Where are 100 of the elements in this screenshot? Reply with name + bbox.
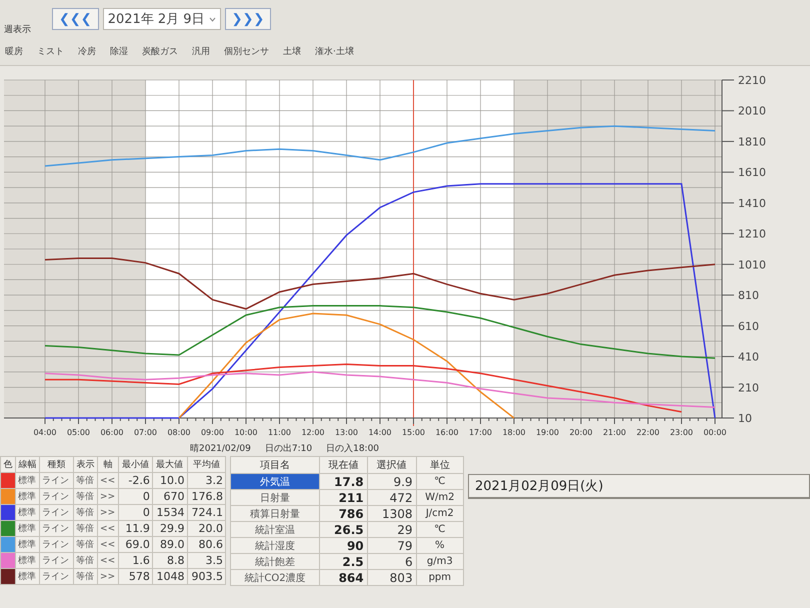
table-cell: 670 [152,488,188,504]
table-cell: 等倍 [73,504,98,520]
column-header: 種類 [40,456,74,472]
axis-tick-label: 2010 [738,104,766,118]
table-cell: 2.5 [319,554,368,570]
table-cell: 標準 [16,520,40,536]
category-tab[interactable]: ミスト [36,40,65,62]
table-cell: 標準 [16,472,40,488]
table-cell: 9.9 [367,474,416,490]
axis-tick-label: 1210 [738,228,766,241]
table-cell: 80.6 [187,536,226,552]
window-title: 週表示 [4,24,32,36]
item-name-cell[interactable]: 統計飽差 [230,554,320,570]
table-cell: 864 [319,570,368,586]
item-name-cell[interactable]: 統計湿度 [230,538,320,554]
table-cell: 標準 [16,504,40,520]
axis-tick-label: 10 [738,412,752,425]
item-name-cell[interactable]: 統計CO2濃度 [230,570,320,586]
chevron-down-icon [208,16,216,22]
category-tab[interactable]: 個別センサ [223,40,270,62]
table-cell: ライン [40,568,74,584]
table-cell: 1.6 [118,552,152,568]
axis-tick-label: 16:00 [435,428,459,437]
table-cell: ライン [40,520,74,536]
table-cell: << [98,552,119,568]
axis-tick-label: 06:00 [100,428,124,437]
table-cell: ライン [40,504,74,520]
column-header: 選択値 [367,456,416,474]
axis-tick-label: 1410 [738,196,766,210]
column-header: 現在値 [319,456,368,474]
axis-tick-label: 17:00 [468,428,492,437]
table-cell: 等倍 [73,472,98,488]
table-cell: 等倍 [73,552,98,568]
table-cell: 29 [367,522,416,538]
axis-tick-label: 23:00 [670,428,694,437]
category-tab[interactable]: 炭酸ガス [141,40,179,62]
table-cell: ライン [40,552,74,568]
item-name-cell[interactable]: 日射量 [230,490,320,506]
item-name-cell[interactable]: 外気温 [230,474,320,490]
table-cell: 472 [367,490,416,506]
weather-date: 晴2021/02/09 [190,442,251,454]
date-dropdown[interactable]: 2021年 2月 9日 [102,8,221,30]
axis-tick-label: 18:00 [502,428,526,437]
table-cell: ライン [40,536,74,552]
table-cell: 578 [118,568,152,584]
axis-tick-label: 13:00 [334,428,358,437]
table-cell: 786 [319,506,368,522]
table-cell: 176.8 [187,488,226,504]
axis-tick-label: 05:00 [66,428,90,437]
axis-tick-label: 19:00 [536,428,560,437]
column-header: 項目名 [230,456,320,474]
table-cell: 79 [367,538,416,554]
table-cell: g/m3 [416,554,464,570]
table-cell: >> [98,488,119,504]
table-cell: ライン [40,488,74,504]
table-cell: 903.5 [187,568,226,584]
table-cell: 標準 [16,552,40,568]
table-cell: 11.9 [118,520,152,536]
panel-title: 2021月02月09日(火) [469,475,809,498]
axis-tick-label: 11:00 [268,428,292,437]
next-day-button[interactable]: ❯❯❯ [224,8,272,30]
axis-tick-label: 610 [738,320,759,333]
table-cell: ppm [416,570,464,586]
previous-day-button[interactable]: ❮❮❮ [52,8,99,30]
table-cell: 1534 [152,504,188,520]
table-cell: 3.5 [187,552,226,568]
item-name-cell[interactable]: 積算日射量 [230,506,320,522]
table-cell: % [416,538,464,554]
table-cell: 等倍 [73,568,98,584]
table-cell: 724.1 [187,504,226,520]
table-cell: ℃ [416,474,464,490]
table-cell: 1308 [367,506,416,522]
axis-tick-label: 12:00 [301,428,325,437]
axis-tick-label: 410 [738,350,759,364]
sunrise-time: 日の出7:10 [264,442,312,454]
table-cell: ℃ [416,522,464,538]
category-tab[interactable]: 暖房 [4,40,24,62]
axis-tick-label: 09:00 [200,428,224,437]
category-tab[interactable]: 汎用 [191,40,211,62]
axis-tick-label: 2210 [738,74,766,87]
table-cell: << [98,536,119,552]
category-tab[interactable]: 除湿 [109,40,129,62]
column-header: 単位 [416,456,464,474]
category-tab[interactable]: 潅水·土壌 [314,40,355,62]
table-cell: >> [98,504,119,520]
column-header: 平均値 [187,456,226,472]
table-cell: 90 [319,538,368,554]
axis-tick-label: 810 [738,289,759,302]
table-cell: 803 [367,570,416,586]
axis-tick-label: 20:00 [569,428,593,437]
table-cell: J/cm2 [416,506,464,522]
axis-tick-label: 1810 [738,135,766,148]
category-tab[interactable]: 土壌 [282,40,302,62]
category-tab[interactable]: 冷房 [77,40,97,62]
axis-tick-label: 10:00 [234,428,258,437]
sunset-time: 日の入18:00 [326,442,380,454]
table-cell: 6 [367,554,416,570]
table-cell: 標準 [16,488,40,504]
table-cell: >> [98,568,119,584]
item-name-cell[interactable]: 統計室温 [230,522,320,538]
